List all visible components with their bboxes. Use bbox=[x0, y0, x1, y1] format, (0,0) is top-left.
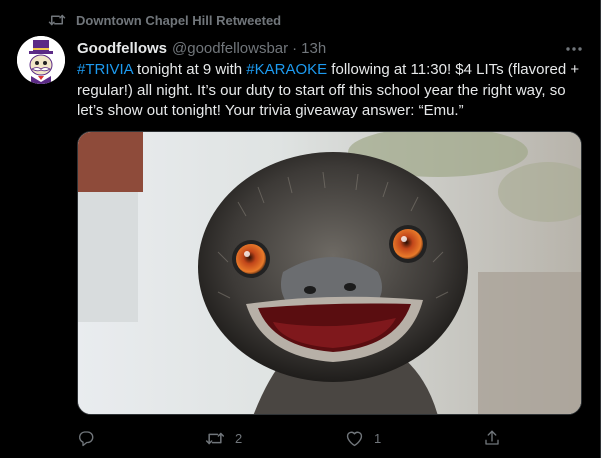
tweet-header: Goodfellows @goodfellowsbar · 13h bbox=[77, 38, 580, 58]
tweet-text: #TRIVIA tonight at 9 with #KARAOKE follo… bbox=[77, 60, 587, 122]
tweet-timestamp[interactable]: 13h bbox=[301, 40, 326, 57]
share-icon bbox=[483, 429, 501, 447]
retweet-count: 2 bbox=[235, 430, 243, 446]
author-handle[interactable]: @goodfellowsbar bbox=[172, 40, 288, 57]
tweet-media-image[interactable] bbox=[77, 131, 582, 415]
separator-dot: · bbox=[292, 39, 298, 57]
heart-icon bbox=[345, 430, 364, 447]
more-dots-icon bbox=[565, 38, 583, 56]
avatar[interactable] bbox=[17, 36, 65, 84]
like-button[interactable]: 1 bbox=[345, 428, 381, 448]
like-count: 1 bbox=[374, 430, 382, 446]
retweet-icon bbox=[48, 12, 66, 28]
reply-button[interactable] bbox=[77, 428, 105, 448]
share-button[interactable] bbox=[483, 428, 511, 448]
retweet-button[interactable]: 2 bbox=[205, 428, 242, 448]
tweet-actions: 2 1 bbox=[77, 428, 507, 448]
retweet-context[interactable]: Downtown Chapel Hill Retweeted bbox=[48, 11, 281, 29]
tweet[interactable]: Downtown Chapel Hill Retweeted Goodfello… bbox=[0, 0, 601, 458]
hashtag-karaoke[interactable]: #KARAOKE bbox=[246, 61, 327, 78]
author-display-name[interactable]: Goodfellows bbox=[77, 40, 167, 57]
emu-photo bbox=[78, 132, 581, 414]
retweet-context-label: Downtown Chapel Hill Retweeted bbox=[76, 12, 282, 28]
reply-icon bbox=[77, 429, 95, 447]
more-options-button[interactable] bbox=[562, 37, 586, 57]
hashtag-trivia[interactable]: #TRIVIA bbox=[77, 61, 133, 78]
retweet-icon bbox=[205, 430, 225, 447]
tweet-text-segment: tonight at 9 with bbox=[132, 61, 247, 78]
